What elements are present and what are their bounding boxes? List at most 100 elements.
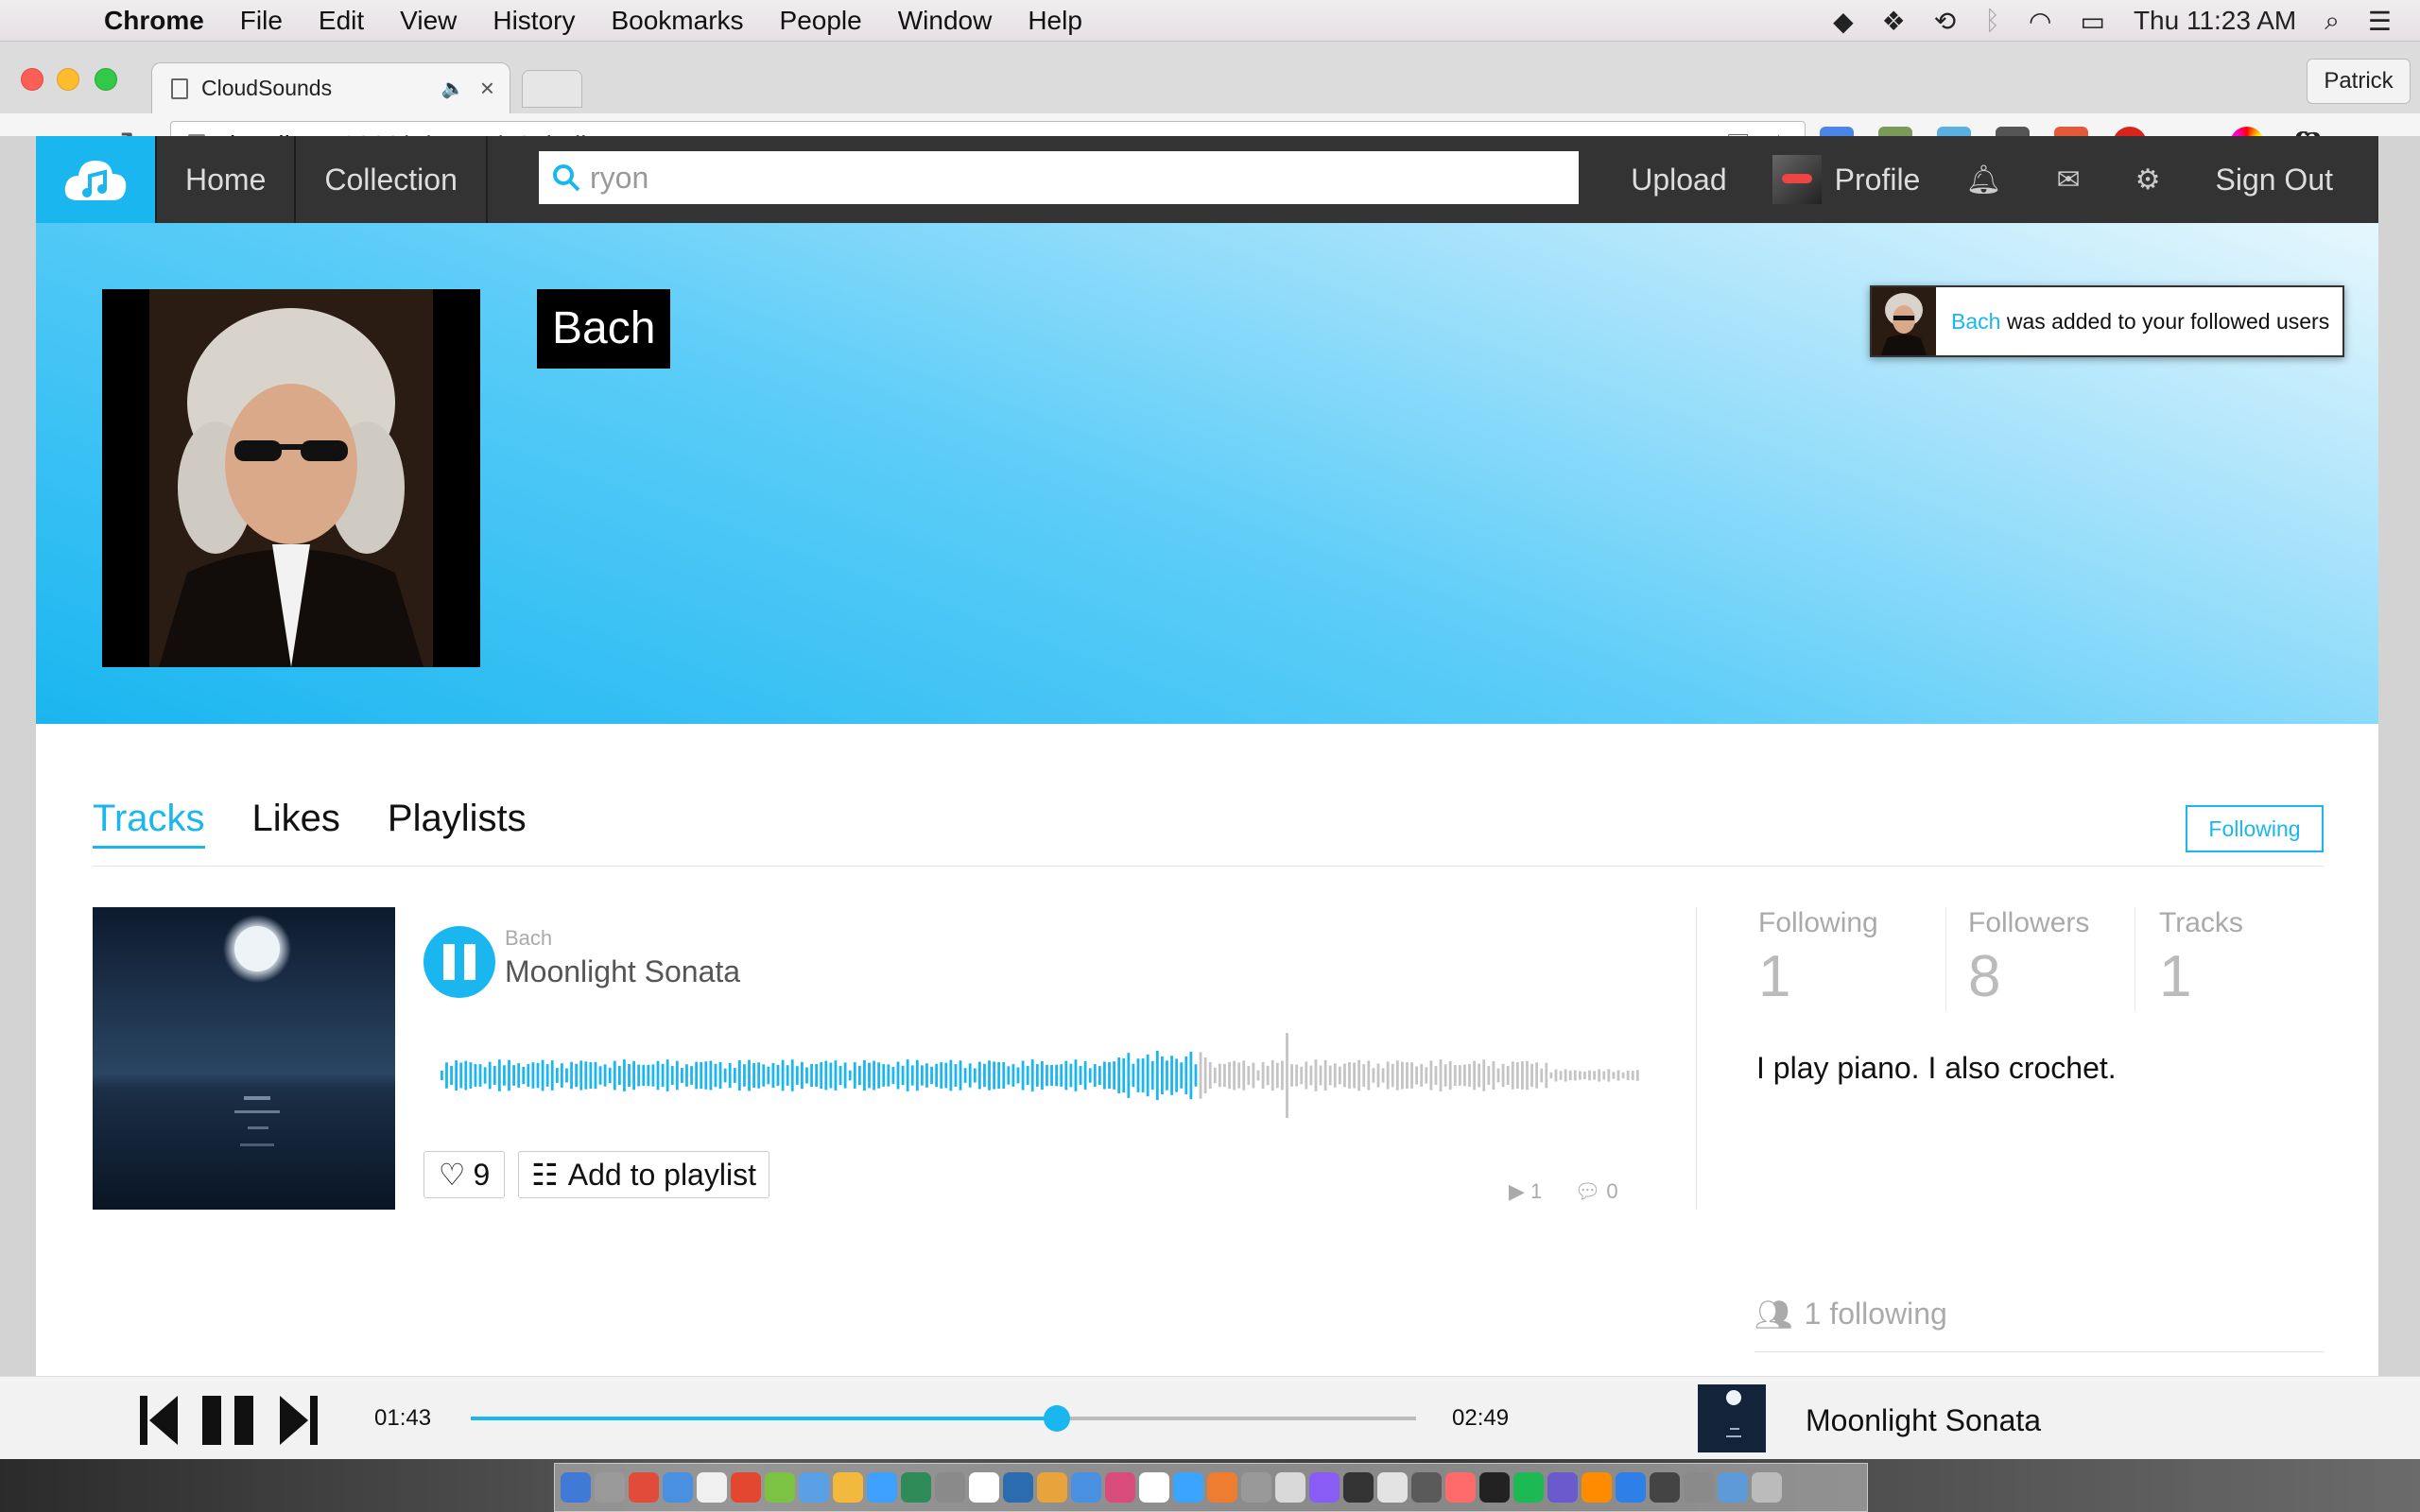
dock-app-icon[interactable] [935, 1472, 965, 1503]
menu-edit[interactable]: Edit [319, 6, 364, 36]
nav-profile[interactable]: Profile [1772, 155, 1920, 204]
pause-button[interactable] [424, 926, 495, 998]
cloudsounds-logo[interactable] [36, 136, 155, 223]
menu-window[interactable]: Window [898, 6, 993, 36]
nav-home[interactable]: Home [155, 136, 294, 223]
dock-app-icon[interactable] [1207, 1472, 1237, 1503]
menu-bookmarks[interactable]: Bookmarks [611, 6, 743, 36]
dock-app-icon[interactable] [1241, 1472, 1271, 1503]
menu-history[interactable]: History [493, 6, 575, 36]
stat-followers[interactable]: Followers 8 [1968, 907, 2089, 1010]
dock-app-icon[interactable] [1071, 1472, 1101, 1503]
close-tab-icon[interactable]: × [480, 74, 494, 103]
dock-app-icon[interactable] [1718, 1472, 1748, 1503]
dock-app-icon[interactable] [1377, 1472, 1408, 1503]
track-waveform[interactable] [441, 1028, 1641, 1123]
track-artist[interactable]: Bach [505, 926, 552, 951]
profile-switcher-button[interactable]: Patrick [2307, 59, 2411, 104]
nav-upload[interactable]: Upload [1631, 163, 1726, 198]
track-title[interactable]: Moonlight Sonata [505, 954, 740, 989]
dock-app-icon[interactable] [1139, 1472, 1169, 1503]
zoom-window-button[interactable] [95, 68, 117, 91]
dock-app-icon[interactable] [1309, 1472, 1340, 1503]
dock-app-icon[interactable] [833, 1472, 863, 1503]
following-summary[interactable]: 👥︎ 1 following [1754, 1297, 1947, 1332]
envelope-icon[interactable]: ✉ [2056, 163, 2080, 197]
browser-tab-cloudsounds[interactable]: CloudSounds 🔈 × [151, 62, 510, 113]
following-button[interactable]: Following [2186, 805, 2324, 852]
waveform-bar [1213, 1067, 1217, 1084]
dock-app-icon[interactable] [1582, 1472, 1612, 1503]
bluetooth-icon[interactable]: ᛒ [1984, 6, 2000, 36]
like-button[interactable]: ♡ 9 [424, 1151, 505, 1198]
bell-icon[interactable]: 🔔︎ [1965, 163, 2001, 197]
tab-likes[interactable]: Likes [252, 798, 340, 849]
nav-collection[interactable]: Collection [294, 136, 488, 223]
dock-app-icon[interactable] [731, 1472, 761, 1503]
dock-app-icon[interactable] [1105, 1472, 1135, 1503]
time-machine-icon[interactable]: ⟲ [1934, 6, 1956, 37]
dock-app-icon[interactable] [1037, 1472, 1067, 1503]
next-track-icon[interactable] [280, 1396, 318, 1445]
menu-help[interactable]: Help [1028, 6, 1082, 36]
gear-icon[interactable]: ⚙ [2135, 163, 2161, 197]
menu-people[interactable]: People [780, 6, 862, 36]
dock-app-icon[interactable] [901, 1472, 931, 1503]
menubar-clock[interactable]: Thu 11:23 AM [2134, 6, 2296, 36]
dock-app-icon[interactable] [1547, 1472, 1578, 1503]
track-artwork[interactable] [93, 907, 395, 1210]
dock-app-icon[interactable] [663, 1472, 693, 1503]
seek-bar[interactable] [471, 1405, 1416, 1432]
now-playing-artwork[interactable] [1698, 1384, 1766, 1452]
wifi-icon[interactable]: ◠ [2029, 6, 2051, 37]
evernote-icon[interactable]: ◆ [1833, 6, 1854, 37]
dock-app-icon[interactable] [1173, 1472, 1203, 1503]
followed-notification-toast[interactable]: Bach was added to your followed users [1870, 285, 2344, 357]
dock-app-icon[interactable] [1343, 1472, 1374, 1503]
dock-app-icon[interactable] [595, 1472, 625, 1503]
close-window-button[interactable] [21, 68, 43, 91]
waveform-bar [651, 1064, 655, 1087]
waveform-bar [776, 1064, 780, 1087]
dock-app-icon[interactable] [1411, 1472, 1442, 1503]
nav-sign-out[interactable]: Sign Out [2215, 163, 2333, 198]
tab-tracks[interactable]: Tracks [93, 798, 205, 849]
menu-view[interactable]: View [400, 6, 457, 36]
dock-app-icon[interactable] [799, 1472, 829, 1503]
dock-app-icon[interactable] [867, 1472, 897, 1503]
new-tab-button[interactable] [522, 70, 582, 108]
dock-app-icon[interactable] [1275, 1472, 1305, 1503]
minimize-window-button[interactable] [57, 68, 79, 91]
add-to-playlist-button[interactable]: ☷ Add to playlist [518, 1151, 769, 1198]
stat-following[interactable]: Following 1 [1758, 907, 1878, 1010]
menu-app-chrome[interactable]: Chrome [104, 6, 204, 36]
menu-file[interactable]: File [240, 6, 283, 36]
audio-playing-icon[interactable]: 🔈 [441, 77, 465, 100]
dock-app-icon[interactable] [697, 1472, 727, 1503]
dock-app-icon[interactable] [561, 1472, 591, 1503]
dock-app-icon[interactable] [1513, 1472, 1544, 1503]
stat-tracks[interactable]: Tracks 1 [2159, 907, 2243, 1010]
search-input[interactable] [590, 160, 1441, 196]
dropbox-icon[interactable]: ❖ [1882, 6, 1906, 37]
toast-username-link[interactable]: Bach [1951, 309, 2000, 334]
dock-app-icon[interactable] [1684, 1472, 1714, 1503]
spotlight-icon[interactable]: ⌕ [2325, 6, 2340, 37]
player-pause-icon[interactable] [202, 1396, 255, 1445]
dock-app-icon[interactable] [1752, 1472, 1782, 1503]
tab-playlists[interactable]: Playlists [388, 798, 527, 849]
dock-app-icon[interactable] [969, 1472, 999, 1503]
seek-handle[interactable] [1044, 1405, 1070, 1432]
dock-app-icon[interactable] [1445, 1472, 1476, 1503]
dock-app-icon[interactable] [1650, 1472, 1680, 1503]
dock-app-icon[interactable] [1616, 1472, 1646, 1503]
dock-app-icon[interactable] [1003, 1472, 1033, 1503]
waveform-bar [748, 1059, 751, 1091]
battery-icon[interactable]: ▭ [2080, 6, 2104, 37]
now-playing-title[interactable]: Moonlight Sonata [1806, 1403, 2041, 1438]
previous-track-icon[interactable] [140, 1396, 178, 1445]
dock-app-icon[interactable] [629, 1472, 659, 1503]
notification-center-icon[interactable]: ☰ [2368, 6, 2392, 37]
dock-app-icon[interactable] [1479, 1472, 1510, 1503]
dock-app-icon[interactable] [765, 1472, 795, 1503]
